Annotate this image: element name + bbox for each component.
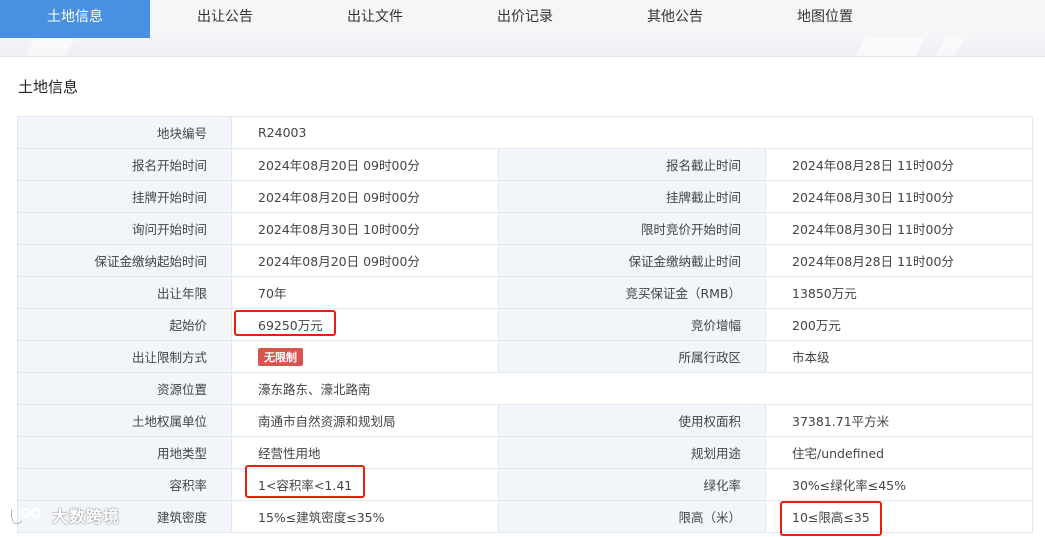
- decorative-band: [0, 38, 1045, 57]
- label-list-end: 挂牌截止时间: [498, 180, 766, 213]
- value-list-start: 2024年08月20日 09时00分: [231, 180, 499, 213]
- value-list-end: 2024年08月30日 11时00分: [764, 180, 1034, 213]
- table-row: 起始价 69250万元 竞价增幅 200万元: [17, 308, 1034, 341]
- land-info-table: 地块编号 R24003 报名开始时间 2024年08月20日 09时00分 报名…: [17, 116, 1034, 533]
- highlight-far: [245, 465, 365, 498]
- section-title: 土地信息: [18, 78, 79, 96]
- table-row: 资源位置 濠东路东、濠北路南: [17, 372, 1034, 405]
- label-district: 所属行政区: [498, 340, 766, 373]
- value-planned-use: 住宅/undefined: [764, 436, 1034, 469]
- tab-documents[interactable]: 出让文件: [300, 0, 450, 38]
- label-deposit-end: 保证金缴纳截止时间: [498, 244, 766, 277]
- label-land-type: 用地类型: [17, 436, 232, 469]
- table-row: 地块编号 R24003: [17, 116, 1034, 149]
- label-far: 容积率: [17, 468, 232, 501]
- highlight-height: [780, 501, 882, 536]
- label-height: 限高（米）: [498, 500, 766, 533]
- tab-land-info[interactable]: 土地信息: [0, 0, 150, 44]
- value-district: 市本级: [764, 340, 1034, 373]
- table-row: 出让年限 70年 竞买保证金（RMB） 13850万元: [17, 276, 1034, 309]
- value-owner: 南通市自然资源和规划局: [231, 404, 499, 437]
- table-row: 报名开始时间 2024年08月20日 09时00分 报名截止时间 2024年08…: [17, 148, 1034, 181]
- watermark-text: 大数跨境: [52, 507, 121, 526]
- label-planned-use: 规划用途: [498, 436, 766, 469]
- value-deposit-start: 2024年08月20日 09时00分: [231, 244, 499, 277]
- watermark-logo-icon: [10, 507, 42, 525]
- watermark: 大数跨境: [8, 500, 120, 530]
- tab-announcement[interactable]: 出让公告: [150, 0, 300, 38]
- tab-other-notices[interactable]: 其他公告: [600, 0, 750, 38]
- value-deposit-end: 2024年08月28日 11时00分: [764, 244, 1034, 277]
- value-reg-start: 2024年08月20日 09时00分: [231, 148, 499, 181]
- label-list-start: 挂牌开始时间: [17, 180, 232, 213]
- value-bid-deposit: 13850万元: [764, 276, 1034, 309]
- label-deposit-start: 保证金缴纳起始时间: [17, 244, 232, 277]
- label-green: 绿化率: [498, 468, 766, 501]
- table-row: 土地权属单位 南通市自然资源和规划局 使用权面积 37381.71平方米: [17, 404, 1034, 437]
- value-parcel-no: R24003: [230, 116, 1034, 149]
- value-inquiry-start: 2024年08月30日 10时00分: [231, 212, 499, 245]
- label-timed-bid-start: 限时竞价开始时间: [498, 212, 766, 245]
- label-location: 资源位置: [17, 372, 232, 405]
- tab-bar: 土地信息 出让公告 出让文件 出价记录 其他公告 地图位置: [0, 0, 1045, 44]
- table-row: 容积率 1<容积率<1.41 绿化率 30%≤绿化率≤45%: [17, 468, 1034, 501]
- value-term: 70年: [231, 276, 499, 309]
- table-row: 出让限制方式 无限制 所属行政区 市本级: [17, 340, 1034, 373]
- label-bid-deposit: 竞买保证金（RMB）: [498, 276, 766, 309]
- restriction-badge: 无限制: [258, 347, 303, 366]
- table-row: 用地类型 经营性用地 规划用途 住宅/undefined: [17, 436, 1034, 469]
- label-owner: 土地权属单位: [17, 404, 232, 437]
- value-reg-end: 2024年08月28日 11时00分: [764, 148, 1034, 181]
- label-inquiry-start: 询问开始时间: [17, 212, 232, 245]
- table-row: 询问开始时间 2024年08月30日 10时00分 限时竞价开始时间 2024年…: [17, 212, 1034, 245]
- label-increment: 竞价增幅: [498, 308, 766, 341]
- label-term: 出让年限: [17, 276, 232, 309]
- value-land-type: 经营性用地: [231, 436, 499, 469]
- label-start-price: 起始价: [17, 308, 232, 341]
- value-timed-bid-start: 2024年08月30日 11时00分: [764, 212, 1034, 245]
- label-reg-end: 报名截止时间: [498, 148, 766, 181]
- tab-map-location[interactable]: 地图位置: [750, 0, 900, 38]
- value-increment: 200万元: [764, 308, 1034, 341]
- highlight-start-price: [234, 310, 336, 336]
- table-row: 挂牌开始时间 2024年08月20日 09时00分 挂牌截止时间 2024年08…: [17, 180, 1034, 213]
- value-density: 15%≤建筑密度≤35%: [231, 500, 499, 533]
- label-area: 使用权面积: [498, 404, 766, 437]
- value-restriction-cell: 无限制: [231, 340, 499, 373]
- label-restriction: 出让限制方式: [17, 340, 232, 373]
- value-area: 37381.71平方米: [764, 404, 1034, 437]
- table-row: 保证金缴纳起始时间 2024年08月20日 09时00分 保证金缴纳截止时间 2…: [17, 244, 1034, 277]
- value-green: 30%≤绿化率≤45%: [764, 468, 1034, 501]
- label-reg-start: 报名开始时间: [17, 148, 232, 181]
- tab-bid-records[interactable]: 出价记录: [450, 0, 600, 38]
- label-parcel-no: 地块编号: [17, 116, 232, 149]
- value-location: 濠东路东、濠北路南: [230, 372, 1034, 405]
